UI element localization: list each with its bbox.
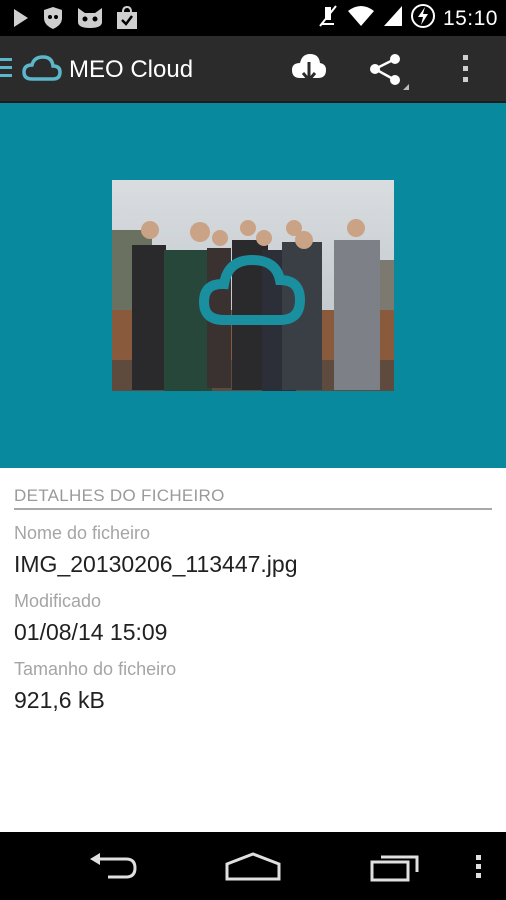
photo-thumbnail[interactable] — [112, 180, 394, 391]
file-details: DETALHES DO FICHEIRO Nome do ficheiro IM… — [0, 468, 506, 832]
status-bar: 15:10 — [0, 0, 506, 36]
filename-value: IMG_20130206_113447.jpg — [14, 551, 298, 577]
home-icon[interactable] — [224, 852, 282, 887]
play-store-icon — [12, 7, 30, 34]
action-bar: MEO Cloud — [0, 36, 506, 103]
cloud-logo-icon[interactable] — [22, 54, 62, 87]
size-value: 921,6 kB — [14, 687, 105, 713]
image-preview-area — [0, 103, 506, 468]
filename-label: Nome do ficheiro — [14, 523, 151, 543]
navigation-bar — [0, 832, 506, 900]
wifi-icon — [347, 5, 375, 32]
cat-mask-icon — [76, 6, 104, 35]
shopping-bag-icon — [116, 5, 138, 35]
signal-icon — [383, 5, 403, 32]
share-icon[interactable] — [367, 52, 411, 97]
back-icon[interactable] — [86, 852, 138, 887]
modified-value: 01/08/14 15:09 — [14, 619, 168, 645]
overflow-menu-icon[interactable] — [461, 52, 471, 91]
status-time: 15:10 — [442, 6, 498, 30]
size-label: Tamanho do ficheiro — [14, 659, 177, 679]
menu-icon[interactable] — [0, 58, 12, 78]
mute-icon — [317, 4, 339, 33]
battery-charging-icon — [410, 4, 435, 33]
app-title: MEO Cloud — [69, 56, 194, 83]
shield-icon — [42, 6, 64, 35]
cloud-download-icon[interactable] — [291, 52, 327, 91]
modified-label: Modificado — [14, 591, 102, 611]
section-title: DETALHES DO FICHEIRO — [14, 486, 225, 505]
recent-apps-icon[interactable] — [369, 852, 421, 887]
section-divider — [14, 508, 492, 510]
overflow-icon[interactable] — [474, 852, 484, 887]
